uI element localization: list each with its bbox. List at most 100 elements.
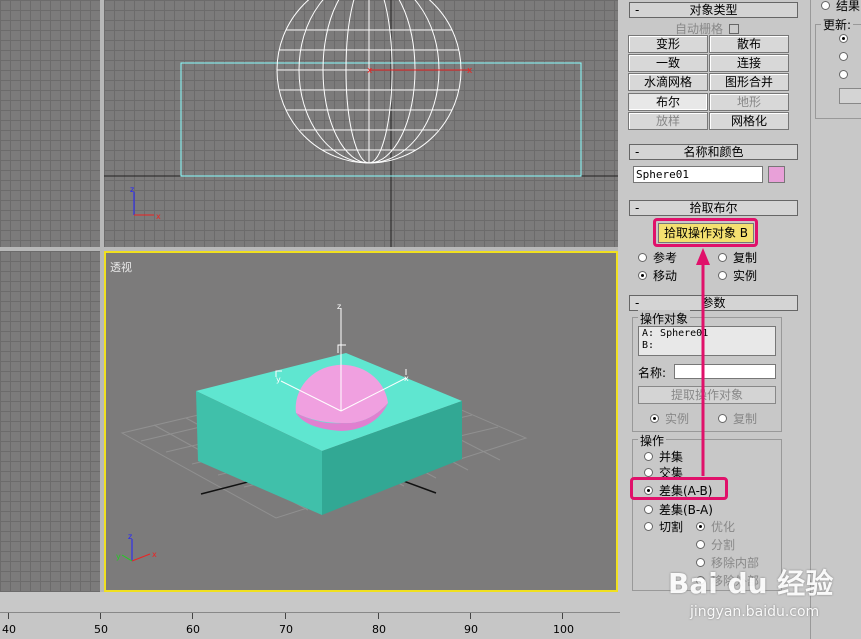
rollout-name-color-header[interactable]: - 名称和颜色 xyxy=(629,144,798,160)
terrain-button[interactable]: 地形 xyxy=(709,93,789,111)
timeline-ruler[interactable]: 40 50 60 70 80 90 100 xyxy=(0,612,620,639)
radio-result[interactable]: 结果 xyxy=(821,0,860,14)
radio-label: 差集(B-A) xyxy=(659,503,713,517)
radio-union[interactable]: 并集 xyxy=(644,448,683,465)
ruler-label: 90 xyxy=(464,623,478,636)
radio-dot xyxy=(696,522,705,531)
viewport-divider-vertical[interactable] xyxy=(100,0,104,592)
command-panel: - 对象类型 自动栅格 变形 散布 一致 连接 水滴网格 图形合并 布尔 地形 … xyxy=(620,0,810,639)
svg-text:x: x xyxy=(467,66,473,76)
svg-text:z: z xyxy=(130,185,134,194)
autogrid-checkbox[interactable] xyxy=(729,23,740,34)
watermark-brand: Bai du 经验 xyxy=(668,567,834,600)
radio-label: 复制 xyxy=(733,412,758,426)
radio-cut[interactable]: 切割 xyxy=(644,518,683,535)
rollout-parameters-header[interactable]: - 参数 xyxy=(629,295,798,311)
shapemerge-button[interactable]: 图形合并 xyxy=(709,73,789,91)
radio-dot xyxy=(644,452,653,461)
object-name-field[interactable] xyxy=(633,166,763,183)
highlight-box xyxy=(630,477,728,500)
collapse-icon: - xyxy=(635,3,640,17)
svg-text:y: y xyxy=(116,552,121,561)
viewport-perspective[interactable]: 透视 z y x z x y xyxy=(104,251,618,592)
boolean-button[interactable]: 布尔 xyxy=(628,93,708,111)
operands-list[interactable]: A: Sphere01 B: xyxy=(638,326,776,356)
viewport-divider-horizontal[interactable] xyxy=(0,247,618,251)
front-view-scene: x x z x xyxy=(104,0,618,247)
loft-button[interactable]: 放样 xyxy=(628,112,708,130)
radio-label: 切割 xyxy=(659,520,684,534)
viewport-top-left[interactable] xyxy=(0,0,100,247)
radio-label: 分割 xyxy=(711,538,736,552)
svg-text:z: z xyxy=(128,532,132,541)
viewport-front[interactable]: x x z x xyxy=(104,0,618,247)
radio-label: 优化 xyxy=(711,520,736,534)
radio-dot xyxy=(650,414,659,423)
connect-button[interactable]: 连接 xyxy=(709,54,789,72)
collapse-icon: - xyxy=(635,145,640,159)
update-button[interactable] xyxy=(839,88,861,104)
watermark-url: jingyan.baidu.com xyxy=(690,604,820,620)
radio-dot xyxy=(718,271,727,280)
radio-copy[interactable]: 复制 xyxy=(718,249,757,266)
radio-dot xyxy=(638,253,647,262)
svg-text:z: z xyxy=(337,302,341,311)
ruler-label: 100 xyxy=(553,623,574,636)
mesher-button[interactable]: 网格化 xyxy=(709,112,789,130)
radio-label: 实例 xyxy=(733,269,758,283)
viewport-bottom-left[interactable] xyxy=(0,251,100,592)
ruler-label: 70 xyxy=(279,623,293,636)
scatter-button[interactable]: 散布 xyxy=(709,35,789,53)
radio-update-2[interactable] xyxy=(839,52,848,61)
radio-extract-copy[interactable]: 复制 xyxy=(718,410,757,427)
extract-operand-button[interactable]: 提取操作对象 xyxy=(638,386,776,404)
svg-text:x: x xyxy=(404,374,409,383)
radio-label: 实例 xyxy=(665,412,690,426)
radio-label: 移动 xyxy=(653,269,678,283)
conform-button[interactable]: 一致 xyxy=(628,54,708,72)
radio-extract-instance[interactable]: 实例 xyxy=(650,410,689,427)
radio-label: 并集 xyxy=(659,450,684,464)
svg-text:y: y xyxy=(276,375,281,384)
radio-dot xyxy=(696,540,705,549)
radio-dot xyxy=(839,52,848,61)
extract-operand-label: 提取操作对象 xyxy=(670,388,743,402)
radio-dot xyxy=(839,34,848,43)
operation-group-title: 操作 xyxy=(638,432,667,449)
radio-update-3[interactable] xyxy=(839,70,848,79)
radio-label: 参考 xyxy=(653,251,678,265)
radio-dot xyxy=(644,505,653,514)
radio-cut-refine[interactable]: 优化 xyxy=(696,518,735,535)
operand-b[interactable]: B: xyxy=(642,340,772,352)
collapse-icon: - xyxy=(635,201,640,215)
rollout-pick-boolean-header[interactable]: - 拾取布尔 xyxy=(629,200,798,216)
svg-text:x: x xyxy=(152,550,157,559)
svg-text:x: x xyxy=(367,66,373,76)
radio-reference[interactable]: 参考 xyxy=(638,249,677,266)
operand-a[interactable]: A: Sphere01 xyxy=(642,328,772,340)
radio-instance[interactable]: 实例 xyxy=(718,267,757,284)
morph-button[interactable]: 变形 xyxy=(628,35,708,53)
radio-label: 复制 xyxy=(733,251,758,265)
viewport-grid xyxy=(0,0,100,247)
perspective-scene: z y x z x y xyxy=(116,302,528,562)
ruler-label: 80 xyxy=(372,623,386,636)
update-group xyxy=(815,24,861,119)
rollout-title: 参数 xyxy=(701,296,726,310)
color-swatch[interactable] xyxy=(768,166,785,183)
blobmesh-button[interactable]: 水滴网格 xyxy=(628,73,708,91)
rollout-title: 对象类型 xyxy=(689,3,738,17)
operand-name-field[interactable] xyxy=(674,364,776,379)
ruler-label: 40 xyxy=(2,623,16,636)
highlight-box xyxy=(653,218,758,247)
rollout-title: 名称和颜色 xyxy=(683,145,744,159)
operands-group-title: 操作对象 xyxy=(638,310,691,327)
radio-cut-split[interactable]: 分割 xyxy=(696,536,735,553)
radio-subtract-ba[interactable]: 差集(B-A) xyxy=(644,501,713,518)
radio-update-1[interactable] xyxy=(839,34,848,43)
update-group-title: 更新: xyxy=(821,16,854,33)
rollout-object-type-header[interactable]: - 对象类型 xyxy=(629,2,798,18)
radio-dot xyxy=(839,70,848,79)
radio-move[interactable]: 移动 xyxy=(638,267,677,284)
collapse-icon: - xyxy=(635,296,640,310)
